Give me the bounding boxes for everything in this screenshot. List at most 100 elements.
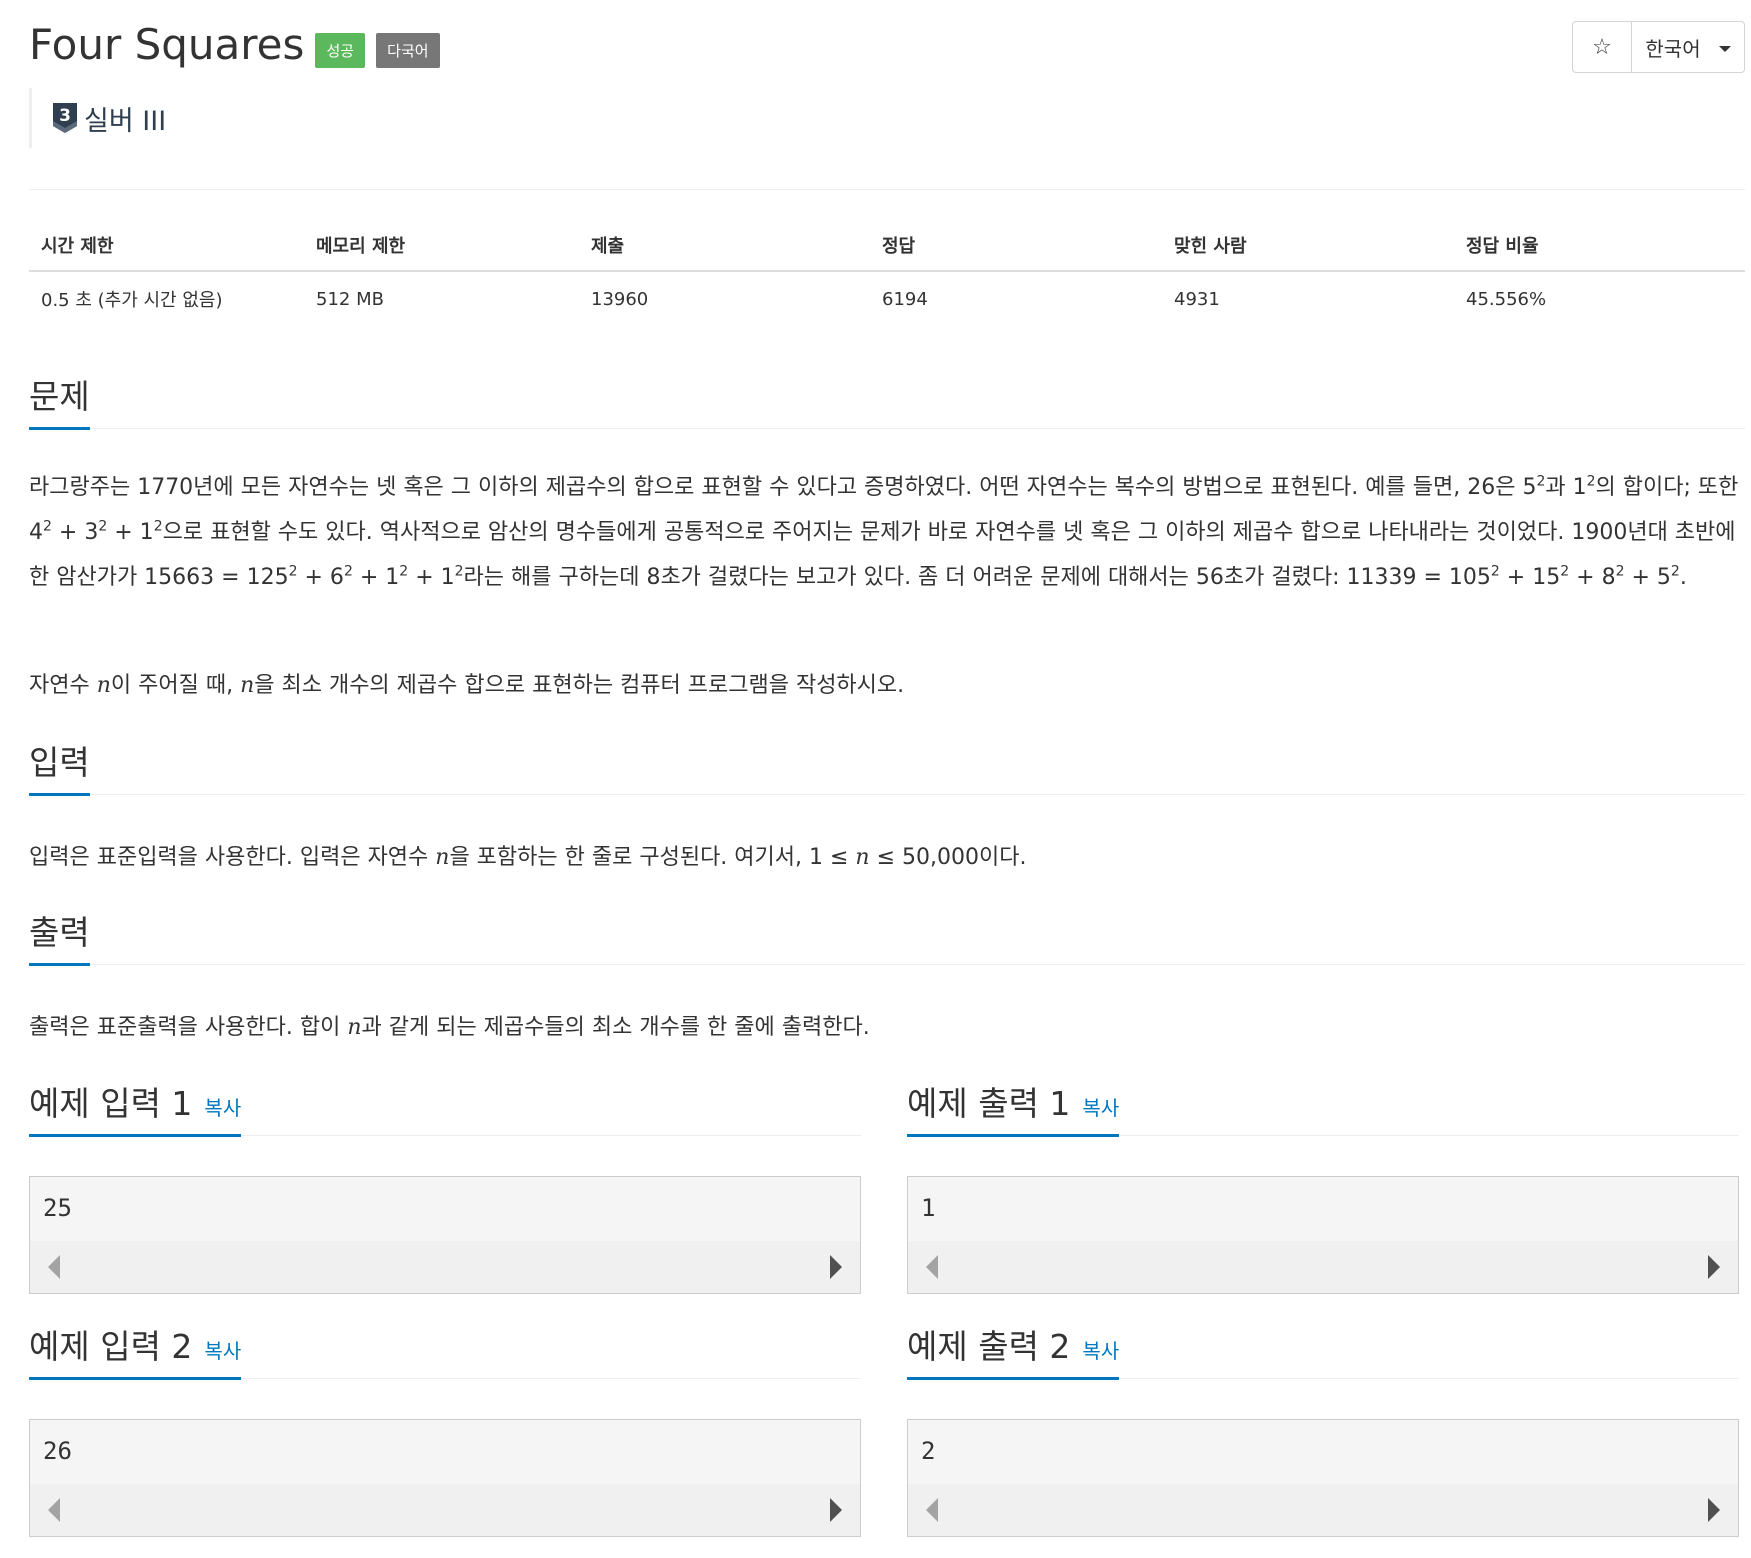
text-run: 이 주어질 때, bbox=[110, 673, 241, 698]
problem-title: Four Squares bbox=[29, 20, 305, 69]
sample-input-1-title: 예제 입력 1 복사 bbox=[29, 1077, 242, 1137]
variable-n: n bbox=[240, 673, 255, 698]
horizontal-scrollbar[interactable] bbox=[30, 1241, 860, 1293]
copy-button[interactable]: 복사 bbox=[204, 1096, 241, 1120]
tier-label: 실버 III bbox=[84, 105, 167, 137]
exponent: 2 bbox=[454, 563, 464, 580]
title-row: Four Squares 성공 다국어 bbox=[29, 20, 440, 80]
text-run: + 5 bbox=[1624, 565, 1671, 590]
scroll-left-icon[interactable] bbox=[48, 1255, 60, 1279]
text-run: + 1 bbox=[107, 520, 154, 545]
horizontal-scrollbar[interactable] bbox=[908, 1241, 1738, 1293]
text-run: 을 최소 개수의 제곱수 합으로 표현하는 컴퓨터 프로그램을 작성하시오. bbox=[254, 673, 905, 698]
problem-task: 자연수 n이 주어질 때, n을 최소 개수의 제곱수 합으로 표현하는 컴퓨터… bbox=[29, 663, 1745, 708]
scroll-right-icon[interactable] bbox=[830, 1498, 842, 1522]
exponent: 2 bbox=[1670, 563, 1680, 580]
top-buttons: ☆ 한국어 bbox=[1572, 21, 1745, 73]
scroll-right-icon[interactable] bbox=[1708, 1498, 1720, 1522]
variable-n: n bbox=[96, 673, 111, 698]
problem-info-table: 시간 제한 메모리 제한 제출 정답 맞힌 사람 정답 비율 0.5 초 (추가… bbox=[29, 220, 1745, 326]
header-accept-ratio: 정답 비율 bbox=[1454, 220, 1745, 272]
text-run: 라는 해를 구하는데 8초가 걸렸다는 보고가 있다. 좀 더 어려운 문제에 … bbox=[463, 565, 1491, 590]
exponent: 2 bbox=[1490, 563, 1500, 580]
text-run: 출력은 표준출력을 사용한다. 합이 bbox=[29, 1015, 348, 1040]
text-run: . bbox=[1679, 565, 1687, 590]
memory-limit-value: 512 MB bbox=[316, 288, 384, 310]
sample-input-1-box[interactable]: 25 bbox=[29, 1176, 861, 1294]
text-run: 라그랑주는 1770년에 모든 자연수는 넷 혹은 그 이하의 제곱수의 합으로… bbox=[29, 475, 1537, 500]
sample-output-1-box[interactable]: 1 bbox=[907, 1176, 1739, 1294]
sample-output-2-box[interactable]: 2 bbox=[907, 1419, 1739, 1537]
text-run: + 15 bbox=[1499, 565, 1561, 590]
horizontal-scrollbar[interactable] bbox=[30, 1484, 860, 1536]
header-submissions: 제출 bbox=[579, 220, 870, 272]
scroll-left-icon[interactable] bbox=[48, 1498, 60, 1522]
problem-description: 라그랑주는 1770년에 모든 자연수는 넷 혹은 그 이하의 제곱수의 합으로… bbox=[29, 465, 1745, 600]
sample-title-text: 예제 출력 2 bbox=[907, 1327, 1071, 1366]
text-run: 을 포함하는 한 줄로 구성된다. 여기서, 1 ≤ bbox=[449, 845, 856, 870]
sample-output-2-header: 예제 출력 2 복사 bbox=[907, 1326, 1739, 1380]
tier-indicator: 3 실버 III bbox=[29, 88, 166, 148]
scroll-right-icon[interactable] bbox=[830, 1255, 842, 1279]
language-dropdown[interactable]: 한국어 bbox=[1632, 21, 1745, 73]
exponent: 2 bbox=[98, 518, 108, 535]
sample-input-2-box[interactable]: 26 bbox=[29, 1419, 861, 1537]
exponent: 2 bbox=[343, 563, 353, 580]
text-run: 입력은 표준입력을 사용한다. 입력은 자연수 bbox=[29, 845, 436, 870]
header-memory-limit: 메모리 제한 bbox=[304, 220, 579, 272]
scroll-left-icon[interactable] bbox=[926, 1498, 938, 1522]
text-run: 과 1 bbox=[1545, 475, 1587, 500]
exponent: 2 bbox=[1615, 563, 1625, 580]
header-solved-users: 맞힌 사람 bbox=[1162, 220, 1454, 272]
text-run: + 8 bbox=[1569, 565, 1616, 590]
problem-section-header: 문제 bbox=[29, 376, 1745, 430]
problem-page: Four Squares 성공 다국어 ☆ 한국어 3 실버 III 시간 제한… bbox=[0, 0, 1751, 1558]
text-run: + 1 bbox=[408, 565, 455, 590]
text-run: + 1 bbox=[352, 565, 400, 590]
header-accepted: 정답 bbox=[870, 220, 1162, 272]
output-heading: 출력 bbox=[29, 906, 90, 966]
variable-n: n bbox=[347, 1015, 362, 1040]
sample-output-1-title: 예제 출력 1 복사 bbox=[907, 1077, 1120, 1137]
copy-button[interactable]: 복사 bbox=[204, 1339, 241, 1363]
star-icon: ☆ bbox=[1592, 34, 1612, 60]
sample-output-2-title: 예제 출력 2 복사 bbox=[907, 1320, 1120, 1380]
sample-input-2-value: 26 bbox=[43, 1437, 72, 1465]
horizontal-scrollbar[interactable] bbox=[908, 1484, 1738, 1536]
multilang-badge: 다국어 bbox=[376, 33, 440, 68]
divider bbox=[29, 189, 1745, 190]
text-run: + 6 bbox=[297, 565, 344, 590]
variable-n: n bbox=[435, 845, 450, 870]
sample-input-1-value: 25 bbox=[43, 1194, 72, 1222]
exponent: 2 bbox=[288, 563, 298, 580]
sample-input-1-header: 예제 입력 1 복사 bbox=[29, 1083, 861, 1137]
time-limit-value: 0.5 초 (추가 시간 없음) bbox=[41, 290, 223, 311]
text-run: 자연수 bbox=[29, 673, 97, 698]
success-badge: 성공 bbox=[315, 33, 366, 68]
sample-title-text: 예제 출력 1 bbox=[907, 1084, 1071, 1123]
scroll-left-icon[interactable] bbox=[926, 1255, 938, 1279]
sample-input-2-title: 예제 입력 2 복사 bbox=[29, 1320, 242, 1380]
caret-down-icon bbox=[1718, 45, 1731, 52]
accepted-value: 6194 bbox=[882, 288, 928, 310]
copy-button[interactable]: 복사 bbox=[1082, 1096, 1119, 1120]
text-run: 과 같게 되는 제곱수들의 최소 개수를 한 줄에 출력한다. bbox=[361, 1015, 870, 1040]
scroll-right-icon[interactable] bbox=[1708, 1255, 1720, 1279]
info-value-row: 0.5 초 (추가 시간 없음) 512 MB 13960 6194 4931 … bbox=[29, 271, 1745, 326]
input-heading: 입력 bbox=[29, 736, 90, 796]
exponent: 2 bbox=[1560, 563, 1570, 580]
sample-title-text: 예제 입력 1 bbox=[29, 1084, 193, 1123]
input-description: 입력은 표준입력을 사용한다. 입력은 자연수 n을 포함하는 한 줄로 구성된… bbox=[29, 835, 1745, 880]
variable-n: n bbox=[855, 845, 870, 870]
input-section-header: 입력 bbox=[29, 742, 1745, 796]
sample-title-text: 예제 입력 2 bbox=[29, 1327, 193, 1366]
problem-heading: 문제 bbox=[29, 370, 90, 430]
favorite-button[interactable]: ☆ bbox=[1572, 21, 1632, 73]
sample-output-1-value: 1 bbox=[921, 1194, 936, 1222]
tier-number: 3 bbox=[59, 106, 71, 126]
solved-users-value: 4931 bbox=[1174, 288, 1220, 310]
info-header-row: 시간 제한 메모리 제한 제출 정답 맞힌 사람 정답 비율 bbox=[29, 220, 1745, 272]
accept-ratio-value: 45.556% bbox=[1466, 288, 1547, 310]
text-run: ≤ 50,000이다. bbox=[869, 845, 1027, 870]
copy-button[interactable]: 복사 bbox=[1082, 1339, 1119, 1363]
